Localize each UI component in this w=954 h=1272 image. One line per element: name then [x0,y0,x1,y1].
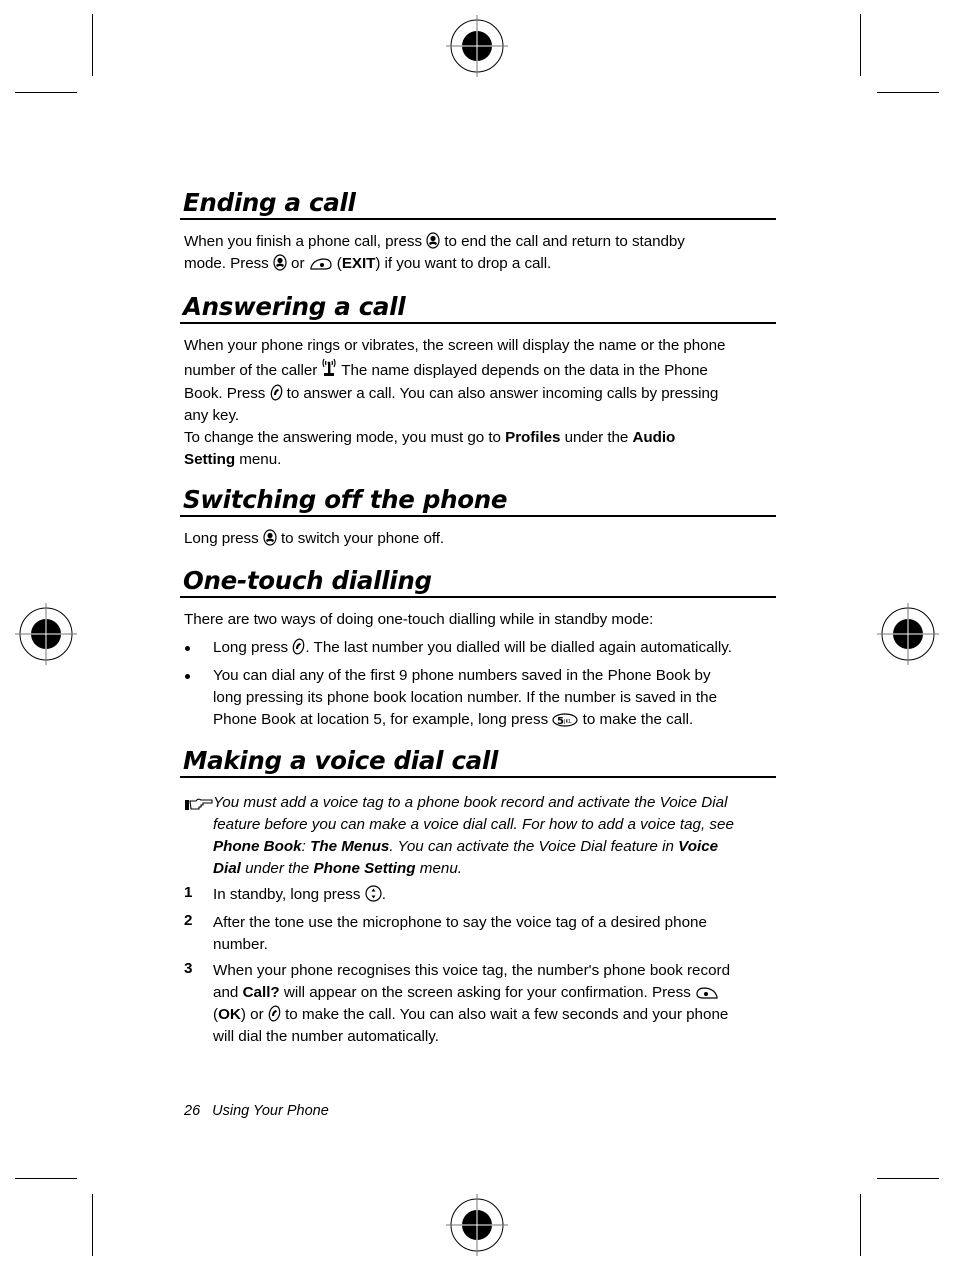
right-softkey-icon [310,258,332,270]
crop-mark [860,14,861,76]
section-heading-answering-a-call: Answering a call [180,292,776,324]
crop-mark [877,92,939,93]
step-number: 2 [184,912,193,929]
left-softkey-icon [696,987,718,999]
crop-mark [15,92,77,93]
page-footer: 26 Using Your Phone [184,1103,329,1119]
registration-mark-icon [446,15,508,77]
svg-text:5: 5 [557,716,564,727]
crop-mark [877,1178,939,1179]
crop-mark [92,14,93,76]
registration-mark-icon [15,603,77,665]
section-heading-switching-off: Switching off the phone [180,485,776,517]
key-5-icon: 5 JKL [552,713,578,727]
end-call-key-icon [273,254,287,271]
bullet-dot [185,674,190,679]
paragraph: There are two ways of doing one-touch di… [184,611,654,628]
section-heading-voice-dial: Making a voice dial call [180,746,776,778]
pointing-hand-note-icon [185,798,213,810]
crop-mark [92,1194,93,1256]
step-number: 3 [184,960,193,977]
page-number: 26 [184,1103,201,1119]
paragraph: When you finish a phone call, press to e… [184,232,685,273]
registration-mark-icon [446,1194,508,1256]
paragraph: Long press to switch your phone off. [184,529,445,547]
section-heading-ending-a-call: Ending a call [180,188,776,220]
crop-mark [15,1178,77,1179]
send-call-key-icon [293,638,305,655]
bullet-dot [185,646,190,651]
end-call-key-icon [263,529,277,546]
section-heading-one-touch-dialling: One-touch dialling [180,566,776,598]
end-call-key-icon [426,232,440,249]
paragraph: When your phone rings or vibrates, the s… [184,337,726,469]
send-call-key-icon [270,384,282,401]
chapter-title: Using Your Phone [212,1103,329,1119]
send-call-key-icon [268,1005,281,1022]
svg-text:JKL: JKL [563,719,572,725]
registration-mark-icon [877,603,939,665]
incoming-call-antenna-icon [322,359,337,377]
up-down-navigation-key-icon [365,885,382,902]
crop-mark [860,1194,861,1256]
step-number: 1 [184,884,193,901]
